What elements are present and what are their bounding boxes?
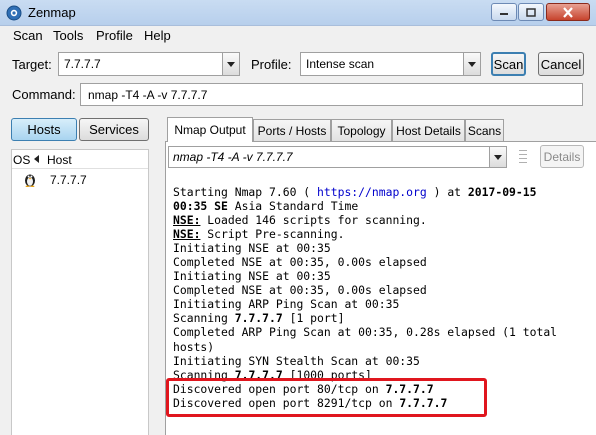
target-dropdown-button[interactable] [222,53,239,75]
menu-tools[interactable]: Tools [53,28,83,43]
menu-scan[interactable]: Scan [13,28,43,43]
output-segment: NSE: [173,213,201,228]
chevron-down-icon [494,154,502,160]
output-line: Initiating NSE at 00:35 [173,269,593,283]
output-line: Starting Nmap 7.60 ( https://nmap.org ) … [173,185,593,199]
output-segment: ) at [426,185,468,199]
output-line: NSE: Script Pre-scanning. [173,227,593,241]
nmap-output-text: Starting Nmap 7.60 ( https://nmap.org ) … [173,185,593,410]
profile-value: Intense scan [306,57,375,71]
host-list-item[interactable]: 7.7.7.7 [12,171,148,189]
output-line: Completed NSE at 00:35, 0.00s elapsed [173,283,593,297]
column-host[interactable]: Host [47,153,72,167]
output-segment: Loaded 146 scripts for scanning. [200,213,427,228]
host-list-header: OS Host [12,150,148,169]
output-command-dropdown-button[interactable] [489,147,506,167]
output-segment: Initiating NSE at 00:35 [173,269,331,284]
tab-topology[interactable]: Topology [331,119,392,141]
output-segment: Completed NSE at 00:35, 0.00s elapsed [173,255,427,270]
grip-handle-icon [519,150,527,163]
output-link[interactable]: https://nmap.org [317,185,427,199]
hosts-toggle-button[interactable]: Hosts [11,118,77,141]
output-segment: hosts) [173,339,215,354]
minimize-button[interactable] [491,3,517,21]
tab-scans[interactable]: Scans [465,119,504,141]
output-line: Completed ARP Ping Scan at 00:35, 0.28s … [173,325,593,339]
target-label: Target: [12,57,52,72]
zenmap-app-icon [6,5,22,21]
window-title: Zenmap [28,5,76,20]
menu-help[interactable]: Help [144,28,171,43]
output-segment: Script Pre-scanning. [200,227,345,242]
profile-label: Profile: [251,57,292,72]
output-segment: NSE: [173,227,201,242]
tab-host-details[interactable]: Host Details [392,119,465,141]
minimize-icon [500,13,508,15]
command-label: Command: [12,87,76,102]
output-segment: Completed NSE at 00:35, 0.00s elapsed [173,283,427,298]
services-toggle-button[interactable]: Services [79,118,149,141]
maximize-icon [526,7,536,17]
highlight-annotation-box [166,378,487,417]
output-segment: Completed ARP Ping Scan at 00:35, 0.28s … [173,325,558,340]
output-line: NSE: Loaded 146 scripts for scanning. [173,213,593,227]
maximize-button[interactable] [518,3,544,21]
output-segment: 2017-09-15 [467,185,537,199]
profile-combo[interactable]: Intense scan [300,52,481,76]
tab-ports-hosts[interactable]: Ports / Hosts [253,119,331,141]
output-line: Completed NSE at 00:35, 0.00s elapsed [173,255,593,269]
menu-bar: Scan Tools Profile Help [0,26,596,46]
output-segment: Starting Nmap 7.60 ( [173,185,318,199]
output-line: Initiating NSE at 00:35 [173,241,593,255]
output-command-selector[interactable]: nmap -T4 -A -v 7.7.7.7 [168,146,507,168]
host-address: 7.7.7.7 [50,173,87,187]
details-button[interactable]: Details [540,145,584,168]
output-line: hosts) [173,340,593,354]
title-bar: Zenmap [0,0,596,26]
output-segment: Scanning [173,311,235,326]
output-segment: [1 port] [282,311,345,326]
output-line: Scanning 7.7.7.7 [1 port] [173,311,593,325]
output-segment: Initiating NSE at 00:35 [173,241,331,256]
output-line: 00:35 SE Asia Standard Time [173,199,593,213]
linux-penguin-icon [25,174,35,187]
command-input[interactable]: nmap -T4 -A -v 7.7.7.7 [80,83,583,106]
close-button[interactable] [546,3,590,21]
chevron-down-icon [227,61,235,67]
target-combo[interactable]: 7.7.7.7 [58,52,240,76]
cancel-button[interactable]: Cancel [538,52,584,76]
command-value: nmap -T4 -A -v 7.7.7.7 [88,88,208,102]
target-value: 7.7.7.7 [64,57,101,71]
profile-dropdown-button[interactable] [463,53,480,75]
output-segment: Asia Standard Time [227,199,359,214]
chevron-down-icon [468,61,476,67]
output-command-value: nmap -T4 -A -v 7.7.7.7 [173,150,293,164]
tab-nmap-output[interactable]: Nmap Output [167,117,253,142]
output-segment: Initiating SYN Stealth Scan at 00:35 [173,353,420,368]
menu-profile[interactable]: Profile [96,28,133,43]
scan-button[interactable]: Scan [491,52,526,76]
sort-arrow-icon [34,155,39,163]
close-icon [563,6,573,18]
output-segment: 7.7.7.7 [234,311,283,326]
output-line: Initiating SYN Stealth Scan at 00:35 [173,354,593,368]
output-segment: Initiating ARP Ping Scan at 00:35 [173,297,400,312]
output-segment: 00:35 SE [173,199,228,214]
column-os[interactable]: OS [13,153,30,167]
output-line: Initiating ARP Ping Scan at 00:35 [173,297,593,311]
host-list: OS Host 7.7.7.7 [11,149,149,435]
